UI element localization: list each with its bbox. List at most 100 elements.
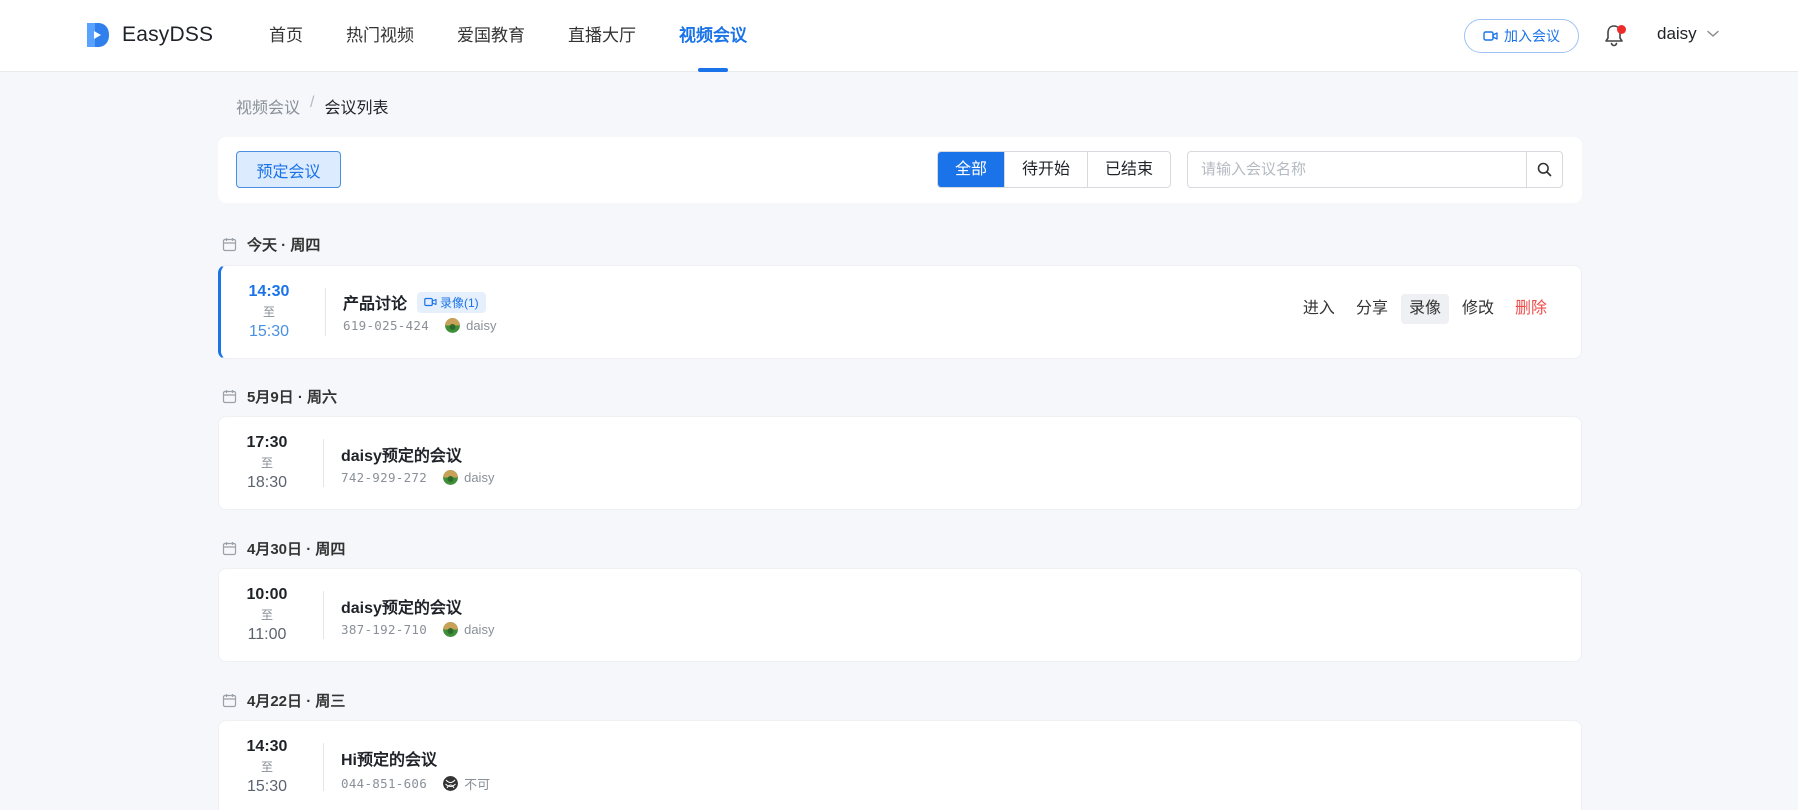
meeting-host: daisy xyxy=(464,470,495,485)
meeting-time-to: 至 xyxy=(260,608,273,622)
meeting-card[interactable]: 14:30 至 15:30 Hi预定的会议 044-851-606 不可 xyxy=(218,720,1582,810)
meeting-id: 619-025-424 xyxy=(343,318,430,333)
video-camera-icon xyxy=(1483,31,1498,41)
share-meeting-button[interactable]: 分享 xyxy=(1348,294,1396,324)
meeting-end-time: 11:00 xyxy=(247,626,287,643)
meeting-time-to: 至 xyxy=(262,305,275,319)
meeting-end-time: 15:30 xyxy=(248,323,290,340)
meeting-start-time: 14:30 xyxy=(248,283,290,300)
card-divider xyxy=(323,591,324,639)
meeting-time: 14:30 至 15:30 xyxy=(235,737,299,797)
filter-tab-ended[interactable]: 已结束 xyxy=(1087,152,1171,187)
nav-item-video-meeting[interactable]: 视频会议 xyxy=(679,0,747,72)
meeting-id: 742-929-272 xyxy=(341,470,428,485)
meeting-host: daisy xyxy=(464,622,495,637)
meeting-host: daisy xyxy=(466,318,497,333)
meeting-title[interactable]: daisy预定的会议 xyxy=(341,594,462,618)
meeting-start-time: 14:30 xyxy=(246,738,288,755)
meeting-toolbar: 预定会议 全部 待开始 已结束 xyxy=(218,137,1582,203)
meeting-time: 17:30 至 18:30 xyxy=(235,433,299,493)
user-menu[interactable]: daisy xyxy=(1657,24,1719,44)
meeting-actions: 进入 分享 录像 修改 删除 xyxy=(1290,294,1555,324)
nav-item-live-hall[interactable]: 直播大厅 xyxy=(568,0,636,72)
delete-meeting-button[interactable]: 删除 xyxy=(1507,294,1555,324)
meeting-start-time: 17:30 xyxy=(246,434,288,451)
enter-meeting-button[interactable]: 进入 xyxy=(1295,294,1343,324)
meeting-time-to: 至 xyxy=(260,760,273,774)
group-date-header: 今天 · 周四 xyxy=(222,234,320,255)
meeting-title-row: daisy预定的会议 xyxy=(341,594,462,618)
search-icon xyxy=(1537,162,1552,177)
meeting-title-row: daisy预定的会议 xyxy=(341,442,462,466)
meeting-card[interactable]: 17:30 至 18:30 daisy预定的会议 742-929-272 dai… xyxy=(218,416,1582,510)
meeting-title-row: Hi预定的会议 xyxy=(341,746,437,770)
edit-meeting-button[interactable]: 修改 xyxy=(1454,294,1502,324)
user-name: daisy xyxy=(1657,24,1697,43)
meeting-end-time: 15:30 xyxy=(246,778,288,795)
meeting-title-row: 产品讨论 录像(1) xyxy=(343,290,486,314)
join-meeting-label: 加入会议 xyxy=(1504,28,1560,44)
breadcrumb: 视频会议 / 会议列表 xyxy=(236,94,388,118)
meeting-time: 10:00 至 11:00 xyxy=(235,585,299,645)
easydss-logo-icon xyxy=(84,21,110,49)
meeting-title[interactable]: 产品讨论 xyxy=(343,290,407,314)
filter-tab-all[interactable]: 全部 xyxy=(938,152,1005,187)
meeting-meta: 619-025-424 daisy xyxy=(343,318,496,333)
video-camera-icon xyxy=(424,297,437,307)
meeting-card[interactable]: 10:00 至 11:00 daisy预定的会议 387-192-710 dai… xyxy=(218,568,1582,662)
search-box xyxy=(1187,151,1563,188)
search-input[interactable] xyxy=(1188,152,1526,187)
meeting-title[interactable]: daisy预定的会议 xyxy=(341,442,462,466)
calendar-icon xyxy=(222,694,237,708)
main-nav: 首页 热门视频 爱国教育 直播大厅 视频会议 xyxy=(269,0,790,72)
calendar-icon xyxy=(222,542,237,556)
group-date-header: 4月22日 · 周三 xyxy=(222,690,345,711)
group-date-label: 5月9日 · 周六 xyxy=(247,389,338,406)
avatar xyxy=(443,470,459,485)
meeting-meta: 044-851-606 不可 xyxy=(341,774,490,793)
meeting-start-time: 10:00 xyxy=(246,586,288,603)
avatar xyxy=(445,318,461,333)
recording-badge[interactable]: 录像(1) xyxy=(417,291,486,313)
join-meeting-button[interactable]: 加入会议 xyxy=(1464,19,1579,53)
logo[interactable]: EasyDSS xyxy=(84,21,213,49)
notification-dot xyxy=(1617,25,1626,34)
recording-button[interactable]: 录像 xyxy=(1400,294,1449,324)
schedule-meeting-button[interactable]: 预定会议 xyxy=(236,151,341,188)
breadcrumb-current: 会议列表 xyxy=(324,100,389,117)
meeting-host: 不可 xyxy=(464,777,491,792)
avatar xyxy=(443,622,459,637)
meeting-time-to: 至 xyxy=(260,456,273,470)
nav-item-home[interactable]: 首页 xyxy=(269,0,303,72)
breadcrumb-separator: / xyxy=(310,94,315,111)
nav-item-patriotic-education[interactable]: 爱国教育 xyxy=(457,0,525,72)
calendar-icon xyxy=(222,238,237,252)
breadcrumb-parent[interactable]: 视频会议 xyxy=(236,94,300,118)
recording-badge-label: 录像(1) xyxy=(440,295,479,310)
card-divider xyxy=(323,439,324,487)
meeting-id: 044-851-606 xyxy=(341,776,428,791)
group-date-header: 5月9日 · 周六 xyxy=(222,386,337,407)
logo-text: EasyDSS xyxy=(122,23,214,46)
group-date-header: 4月30日 · 周四 xyxy=(222,538,345,559)
meeting-time: 14:30 至 15:30 xyxy=(237,282,301,342)
meeting-meta: 387-192-710 daisy xyxy=(341,622,494,637)
filter-tab-upcoming[interactable]: 待开始 xyxy=(1004,152,1088,187)
chevron-down-icon xyxy=(1706,30,1719,37)
meeting-end-time: 18:30 xyxy=(246,474,288,491)
card-divider xyxy=(323,743,324,791)
status-filter: 全部 待开始 已结束 xyxy=(937,151,1172,188)
meeting-title[interactable]: Hi预定的会议 xyxy=(341,746,437,770)
meeting-meta: 742-929-272 daisy xyxy=(341,470,494,485)
search-button[interactable] xyxy=(1526,152,1562,187)
meeting-card[interactable]: 14:30 至 15:30 产品讨论 录像(1) 619-025-424 dai… xyxy=(218,265,1582,359)
group-date-label: 4月30日 · 周四 xyxy=(247,541,346,558)
group-date-label: 4月22日 · 周三 xyxy=(247,693,346,710)
meeting-id: 387-192-710 xyxy=(341,622,428,637)
avatar xyxy=(443,776,459,791)
nav-item-hot-videos[interactable]: 热门视频 xyxy=(346,0,414,72)
card-divider xyxy=(325,288,326,336)
top-header: EasyDSS 首页 热门视频 爱国教育 直播大厅 视频会议 加入会议 dais… xyxy=(0,0,1798,72)
calendar-icon xyxy=(222,390,237,404)
notification-button[interactable] xyxy=(1603,23,1626,47)
